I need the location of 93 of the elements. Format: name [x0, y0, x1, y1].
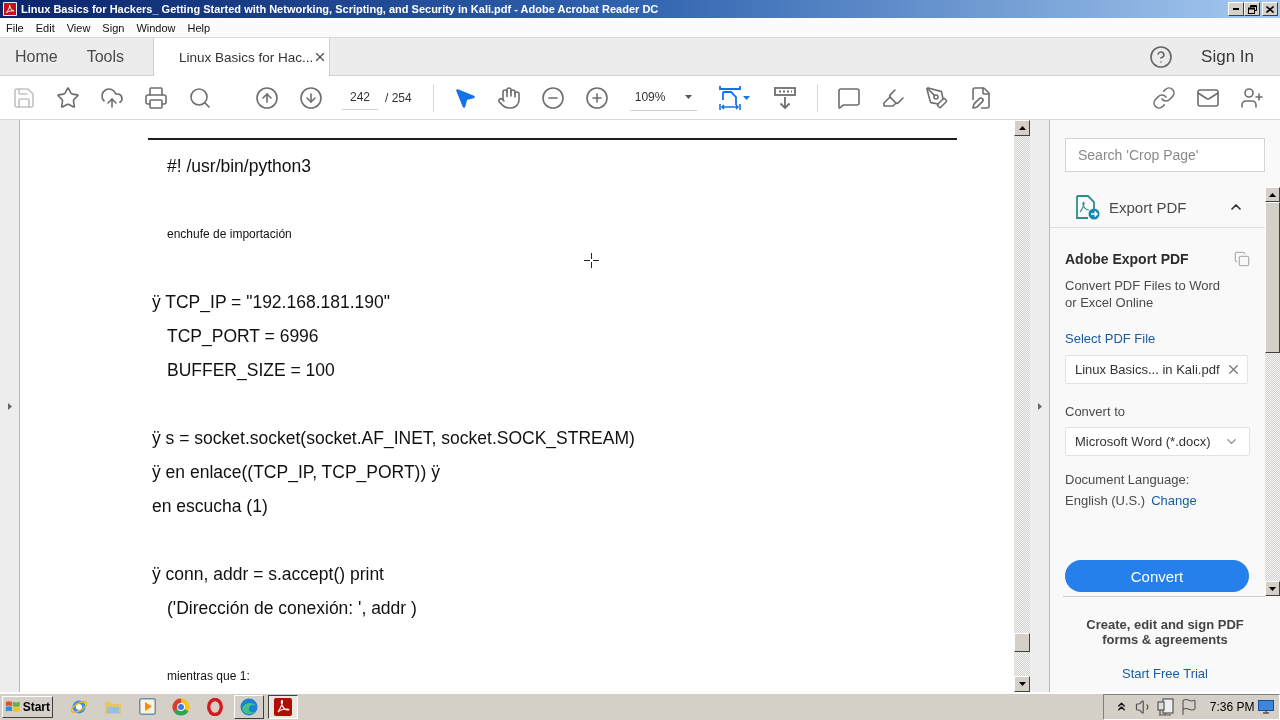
document-tab[interactable]: Linux Basics for Hac... [153, 38, 331, 76]
play-icon [138, 698, 156, 715]
copy-icon [1234, 251, 1250, 267]
nav-tab[interactable]: Home [0, 38, 72, 75]
wheel-icon [172, 697, 190, 716]
minimize-icon [1233, 8, 1239, 10]
star-icon [56, 85, 80, 110]
app-icon [3, 2, 17, 16]
scroll-down-button[interactable] [1014, 676, 1030, 692]
menu-item[interactable]: Help [181, 18, 217, 37]
language-value: English (U.S.) [1065, 492, 1146, 509]
scroll-up-button[interactable] [1265, 187, 1280, 202]
flag-icon [1179, 697, 1198, 716]
code-line: ('Dirección de conexión: ', addr ) [167, 597, 417, 620]
clock: 7:36 PM [1209, 699, 1255, 714]
caret-down-icon [1018, 682, 1026, 686]
code-line: ÿ s = socket.socket(socket.AF_INET, socket.SOCK_STREAM) [152, 427, 635, 451]
file-field[interactable]: Linux Basics... in Kali.pdf [1065, 355, 1248, 384]
save-icon [12, 85, 36, 110]
arrow-up-icon [255, 85, 279, 110]
caret-down-icon [742, 95, 750, 100]
scroll-thumb[interactable] [1014, 633, 1030, 652]
caret-up-icon [1269, 192, 1276, 197]
page-number-field[interactable]: 242 [342, 85, 378, 110]
format-dropdown[interactable]: Microsoft Word (*.docx) [1065, 427, 1250, 456]
note-text: mientras que 1: [167, 668, 250, 685]
free-trial-link[interactable]: Start Free Trial [1122, 665, 1208, 682]
caret-down-icon [684, 95, 692, 99]
hand-icon [496, 85, 521, 110]
field-label: Document Language: [1065, 471, 1190, 488]
minimize-button[interactable] [1228, 2, 1244, 16]
bar-arrow-down-icon [772, 85, 797, 110]
menu-item[interactable]: Sign [96, 18, 131, 37]
section-title: Export PDF [1109, 198, 1187, 216]
ring-icon [207, 697, 223, 716]
caret-right-icon[interactable] [7, 402, 12, 410]
caret-right-icon[interactable] [1037, 402, 1042, 410]
cloud-upload-icon [100, 85, 124, 110]
scroll-thumb[interactable] [1265, 202, 1280, 353]
change-link[interactable]: Change [1151, 492, 1197, 509]
close-icon [1266, 5, 1274, 13]
restore-button[interactable] [1244, 2, 1260, 16]
nav-tab[interactable]: Tools [71, 38, 139, 75]
start-button[interactable]: Start [2, 695, 53, 718]
zoom-in-icon [584, 85, 609, 110]
search-icon [188, 85, 212, 110]
arrow-down-icon [299, 85, 323, 110]
zoom-out-icon [540, 85, 565, 110]
promo-text: Create, edit and sign PDF forms & agreements [1085, 617, 1245, 647]
page-count: / 254 [385, 90, 412, 105]
help-button[interactable] [1148, 43, 1175, 70]
monitor-icon [1257, 699, 1274, 714]
code-line: TCP_PORT = 6996 [167, 325, 319, 349]
pdf-icon [274, 697, 292, 716]
code-line: ÿ TCP_IP = "192.168.181.190" [152, 291, 390, 315]
caret-up-icon [1018, 126, 1026, 130]
caret-down-icon [1269, 586, 1276, 591]
windows-flag-icon [5, 698, 21, 715]
code-line: en escucha (1) [152, 495, 268, 518]
menu-item[interactable]: File [0, 18, 30, 37]
field-label: Convert to [1065, 403, 1125, 420]
link-icon [1152, 85, 1176, 110]
add-user-icon [1240, 85, 1264, 110]
taskbar-button[interactable] [268, 694, 298, 719]
menu-item[interactable]: Window [130, 18, 182, 37]
restore-icon [1247, 4, 1257, 14]
scroll-up-button[interactable] [1014, 120, 1030, 136]
comment-icon [836, 85, 861, 110]
help-icon [1149, 44, 1174, 69]
crosshair-cursor-icon [584, 253, 599, 268]
computers-icon [1157, 697, 1176, 716]
zoom-dropdown[interactable]: 109% [629, 84, 697, 111]
menu-item[interactable]: Edit [29, 18, 61, 37]
document-arrow-icon [1076, 194, 1100, 220]
swirl-icon [240, 697, 258, 716]
menu-item[interactable]: View [60, 18, 97, 37]
close-button[interactable] [1262, 2, 1278, 16]
description-text: Convert PDF Files to Word or Excel Online [1065, 277, 1222, 311]
window-title: Linux Basics for Hackers_ Getting Started with Networking, Scripting, and Security in Kali.pdf - Adobe Acrobat Reader DC [21, 3, 659, 15]
search-field[interactable]: Search 'Crop Page' [1065, 138, 1265, 172]
page-width-icon [718, 84, 741, 111]
select-file-link[interactable]: Select PDF File [1065, 330, 1156, 347]
convert-button[interactable]: Convert [1065, 560, 1249, 592]
panel-heading: Adobe Export PDF [1065, 250, 1189, 268]
code-line: #! /usr/bin/python3 [167, 155, 311, 178]
sign-in-button[interactable]: Sign In [1201, 46, 1254, 67]
printer-icon [144, 85, 168, 110]
pen-nib-icon [924, 85, 949, 110]
note-text: enchufe de importación [167, 226, 292, 243]
scroll-down-button[interactable] [1265, 581, 1280, 596]
code-line: ÿ conn, addr = s.accept() print [152, 563, 384, 586]
code-line: BUFFER_SIZE = 100 [167, 359, 335, 383]
code-line: ÿ en enlace((TCP_IP, TCP_PORT)) ÿ [152, 461, 440, 485]
